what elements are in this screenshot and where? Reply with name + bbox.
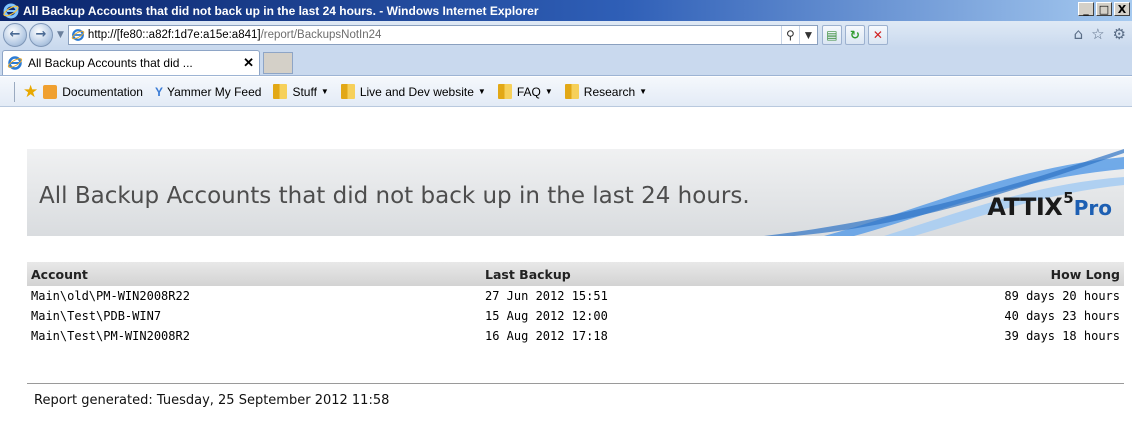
close-button[interactable]: X <box>1114 2 1130 16</box>
backup-accounts-table: Account Last Backup How Long Main\old\PM… <box>27 262 1124 346</box>
chevron-down-icon: ▼ <box>544 87 553 96</box>
chevron-down-icon: ▼ <box>320 87 329 96</box>
minimize-button[interactable]: _ <box>1078 2 1094 16</box>
table-header-row: Account Last Backup How Long <box>27 262 1124 286</box>
navigation-bar: ← → ▼ http:// [fe80::a82f:1d7e:a15e:a841… <box>0 21 1132 48</box>
favorites-bar-grip <box>14 81 15 102</box>
favorites-bar: ★ Documentation Y Yammer My Feed Stuff ▼… <box>0 77 1132 107</box>
documentation-icon <box>43 84 58 99</box>
attix5-pro-logo: ATTIX 5 Pro <box>987 189 1112 221</box>
refresh-icon[interactable]: ↻ <box>844 24 865 45</box>
report-generated-footer: Report generated: Tuesday, 25 September … <box>34 393 390 408</box>
internet-explorer-icon <box>3 3 19 18</box>
tab-strip: All Backup Accounts that did ... ✕ <box>0 48 1132 76</box>
window-title: All Backup Accounts that did not back up… <box>23 3 539 18</box>
recent-pages-dropdown-icon[interactable]: ▼ <box>57 30 64 40</box>
home-icon[interactable]: ⌂ <box>1074 25 1084 43</box>
compatibility-view-icon[interactable]: ▤ <box>821 24 842 45</box>
tab-close-icon[interactable]: ✕ <box>243 55 254 71</box>
column-header-how-long: How Long <box>901 262 1124 286</box>
yammer-icon: Y <box>154 84 163 99</box>
url-prefix: http:// <box>87 28 117 41</box>
browser-tools: ⌂ ☆ ⚙ <box>1074 25 1126 43</box>
favorite-label: Research <box>583 84 636 99</box>
url-host: [fe80::a82f:1d7e:a15e:a841] <box>116 28 261 41</box>
favorite-folder-research[interactable]: Research ▼ <box>564 84 648 99</box>
favorite-folder-faq[interactable]: FAQ ▼ <box>497 84 553 99</box>
favorite-label: Yammer My Feed <box>166 84 262 99</box>
new-tab-button[interactable] <box>263 52 293 74</box>
page-favicon-icon <box>71 28 85 41</box>
folder-icon <box>497 84 512 99</box>
favorite-label: Documentation <box>62 84 143 99</box>
maximize-button[interactable]: □ <box>1096 2 1112 16</box>
chevron-down-icon: ▼ <box>477 87 486 96</box>
report-divider <box>27 383 1124 384</box>
logo-brand: ATTIX <box>987 193 1063 221</box>
favorite-label: FAQ <box>516 84 541 99</box>
forward-button[interactable]: → <box>29 22 53 47</box>
table-row: Main\Test\PM-WIN2008R2 16 Aug 2012 17:18… <box>27 326 1124 346</box>
cell-last-backup: 15 Aug 2012 12:00 <box>485 309 608 323</box>
cell-last-backup: 16 Aug 2012 17:18 <box>485 329 608 343</box>
settings-gear-icon[interactable]: ⚙ <box>1113 25 1126 43</box>
favorite-label: Stuff <box>292 84 317 99</box>
favorite-label: Live and Dev website <box>359 84 474 99</box>
cell-account: Main\old\PM-WIN2008R22 <box>31 289 190 303</box>
table-row: Main\old\PM-WIN2008R22 27 Jun 2012 15:51… <box>27 286 1124 306</box>
tab-label: All Backup Accounts that did ... <box>28 56 193 70</box>
cell-how-long: 39 days 18 hours <box>1004 329 1120 343</box>
table-row: Main\Test\PDB-WIN7 15 Aug 2012 12:00 40 … <box>27 306 1124 326</box>
cell-how-long: 40 days 23 hours <box>1004 309 1120 323</box>
cell-last-backup: 27 Jun 2012 15:51 <box>485 289 608 303</box>
window-controls: _ □ X <box>1078 2 1130 16</box>
address-tools: ▤ ↻ ✕ <box>821 24 888 45</box>
address-dropdown-icon[interactable]: ▼ <box>798 25 817 44</box>
cell-account: Main\Test\PDB-WIN7 <box>31 309 162 323</box>
folder-icon <box>564 84 579 99</box>
tab-active[interactable]: All Backup Accounts that did ... ✕ <box>2 50 260 75</box>
chevron-down-icon: ▼ <box>639 87 648 96</box>
forward-arrow-icon: → <box>35 27 47 42</box>
favorite-yammer[interactable]: Y Yammer My Feed <box>155 85 261 99</box>
favorite-folder-live-dev[interactable]: Live and Dev website ▼ <box>340 84 486 99</box>
folder-icon <box>340 84 355 99</box>
favorites-star-icon[interactable]: ☆ <box>1091 25 1104 43</box>
logo-edition: Pro <box>1073 196 1112 220</box>
favorite-documentation[interactable]: Documentation <box>43 84 143 99</box>
back-arrow-icon: ← <box>9 27 21 42</box>
window-title-bar[interactable]: All Backup Accounts that did not back up… <box>0 0 1132 21</box>
search-icon[interactable]: ⚲ <box>780 25 799 44</box>
cell-account: Main\Test\PM-WIN2008R2 <box>31 329 190 343</box>
cell-how-long: 89 days 20 hours <box>1004 289 1120 303</box>
logo-version: 5 <box>1063 189 1074 207</box>
column-header-last-backup: Last Backup <box>481 262 901 286</box>
report-title: All Backup Accounts that did not back up… <box>39 183 750 209</box>
report-header-banner: All Backup Accounts that did not back up… <box>27 149 1124 236</box>
back-button[interactable]: ← <box>3 22 27 47</box>
favorites-add-star-icon[interactable]: ★ <box>23 82 38 102</box>
folder-icon <box>273 84 288 99</box>
tab-favicon-icon <box>7 56 23 70</box>
address-bar[interactable]: http:// [fe80::a82f:1d7e:a15e:a841] /rep… <box>67 24 818 45</box>
favorite-folder-stuff[interactable]: Stuff ▼ <box>273 84 329 99</box>
column-header-account: Account <box>27 262 481 286</box>
stop-icon[interactable]: ✕ <box>867 24 888 45</box>
url-path: /report/BackupsNotIn24 <box>260 28 382 41</box>
